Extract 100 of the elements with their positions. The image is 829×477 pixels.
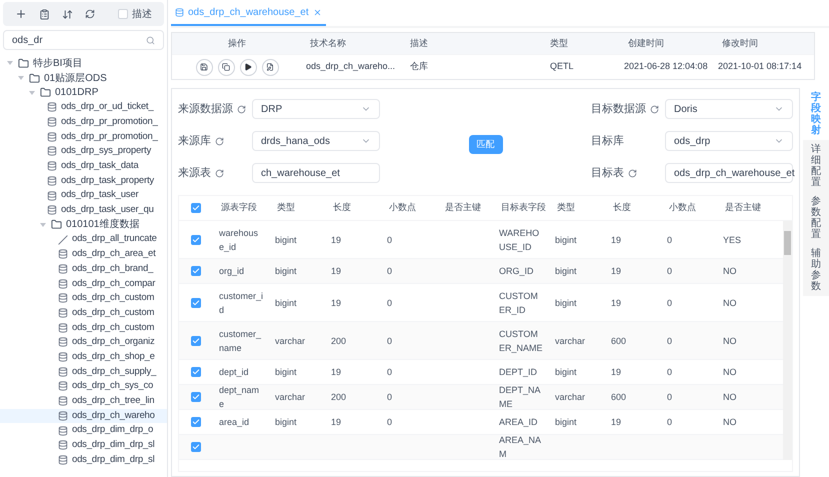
refresh-icon[interactable] (215, 168, 224, 178)
tree-item[interactable]: ods_drp_dim_drp_sl (0, 438, 167, 453)
table-icon (47, 205, 57, 216)
tree-label: 010101维度数据 (66, 218, 140, 232)
tree-item[interactable]: 010101维度数据 (0, 218, 167, 232)
checkbox[interactable] (191, 298, 201, 308)
tree-label: ods_drp_or_ud_ticket_ (61, 100, 154, 114)
save-button[interactable] (196, 58, 212, 76)
tree-item[interactable]: 特步BI项目 (0, 56, 167, 71)
table-cell: bigint (555, 417, 577, 427)
table-cell: NO (723, 266, 736, 276)
edit-button[interactable] (262, 58, 278, 76)
table-cell: 0 (387, 234, 392, 244)
tree-item[interactable]: ods_drp_task_user_qu (0, 202, 167, 218)
select-field[interactable]: DRP (252, 99, 380, 119)
column-header: 技术名称 (309, 36, 347, 50)
select-field[interactable]: drds_hana_ods (252, 131, 380, 151)
tree-item[interactable]: ods_drp_all_truncate (0, 232, 167, 247)
search-field[interactable]: ods_dr (3, 30, 164, 50)
copy-button[interactable] (218, 58, 234, 76)
checkbox[interactable] (191, 442, 201, 452)
side-tab[interactable]: 参数配置 (803, 192, 829, 244)
tree-item[interactable]: ods_drp_ch_brand_ (0, 262, 167, 276)
tree-item[interactable]: ods_drp_or_ud_ticket_ (0, 100, 167, 115)
checkbox[interactable] (191, 203, 201, 213)
tree-item[interactable]: ods_drp_pr_promotion_ (0, 114, 167, 130)
tree-item[interactable]: ods_drp_pr_promotion_ (0, 129, 167, 144)
table-cell: 19 (331, 417, 342, 427)
close-icon[interactable] (312, 8, 322, 16)
expand-arrow-icon[interactable] (17, 74, 25, 82)
checkbox[interactable] (191, 392, 201, 402)
field-label: 目标表 (591, 166, 624, 181)
checkbox[interactable] (191, 367, 201, 377)
checkbox[interactable] (191, 417, 201, 427)
tree-item[interactable]: ods_drp_ch_supply_ (0, 364, 167, 380)
checkbox[interactable] (191, 266, 201, 276)
column-header: 操作 (227, 36, 247, 50)
clipboard-icon[interactable] (39, 8, 50, 20)
input-field[interactable]: ch_warehouse_et (252, 163, 380, 183)
table-cell: 600 (611, 392, 626, 402)
tree-item[interactable]: 0101DRP (0, 85, 167, 100)
tree-item[interactable]: ods_drp_ch_shop_e (0, 350, 167, 364)
select-field[interactable]: ods_drp (665, 131, 793, 151)
table-cell: NO (723, 336, 736, 346)
sort-icon[interactable] (62, 8, 73, 20)
table-cell: 19 (611, 417, 622, 427)
table-cell: 19 (331, 298, 342, 308)
checkbox[interactable] (118, 9, 128, 19)
checkbox[interactable] (191, 234, 201, 244)
table-cell: 0 (667, 417, 672, 427)
tree-item[interactable]: ods_drp_ch_organiz (0, 335, 167, 350)
tree-item[interactable]: ods_drp_dim_drp_sl (0, 452, 167, 468)
tree-item[interactable]: ods_drp_task_property (0, 174, 167, 188)
refresh-icon[interactable] (85, 9, 95, 19)
tree-item[interactable]: ods_drp_ch_custom (0, 320, 167, 336)
tree-item[interactable]: 01贴源层ODS (0, 70, 167, 86)
tree-label: ods_drp_ch_area_et (72, 247, 156, 262)
table-cell: 0 (387, 392, 392, 402)
table-cell: NO (723, 367, 736, 377)
table-cell: 0 (667, 298, 672, 308)
table-cell: varchar (555, 392, 586, 402)
scrollbar[interactable] (783, 221, 792, 460)
expand-arrow-icon[interactable] (6, 59, 14, 68)
tree-label: ods_drp_dim_drp_sl (72, 452, 154, 467)
table-cell: bigint (275, 417, 297, 427)
expand-arrow-icon[interactable] (39, 220, 47, 229)
table-icon (58, 308, 68, 318)
select-field[interactable]: Doris (665, 99, 793, 119)
tree-item[interactable]: ods_drp_ch_compar (0, 276, 167, 291)
tree-item[interactable]: ods_drp_task_data (0, 158, 167, 174)
column-header: 创建时间 (627, 36, 665, 50)
add-icon[interactable] (15, 8, 27, 20)
refresh-icon[interactable] (215, 136, 224, 146)
folder-icon (51, 219, 62, 230)
tree-item[interactable]: ods_drp_ch_custom (0, 291, 167, 306)
table-cell: AREA_NAM (499, 435, 542, 459)
tree-item[interactable]: ods_drp_sys_property (0, 144, 167, 159)
tree-item[interactable]: ods_drp_ch_area_et (0, 246, 167, 262)
table-cell: 0 (387, 298, 392, 308)
tree-item[interactable]: ods_drp_task_user (0, 188, 167, 203)
refresh-icon[interactable] (650, 104, 659, 114)
refresh-icon[interactable] (237, 104, 246, 114)
input-field[interactable]: ods_drp_ch_warehouse_et (665, 163, 793, 183)
side-tab[interactable]: 详细配置 (803, 140, 829, 192)
tree-item[interactable]: ods_drp_dim_drp_o (0, 423, 167, 438)
tree-item[interactable]: ods_drp_ch_tree_lin (0, 394, 167, 408)
side-tab[interactable]: 辅助参数 (803, 244, 829, 296)
tree-item[interactable]: ods_drp_ch_sys_co (0, 379, 167, 394)
tree-item[interactable]: ods_drp_ch_wareho (0, 408, 167, 424)
table-icon (47, 132, 57, 142)
run-button[interactable] (240, 58, 256, 76)
expand-arrow-icon[interactable] (28, 88, 36, 97)
checkbox[interactable] (191, 336, 201, 346)
tree-label: 0101DRP (55, 86, 98, 100)
table-icon (58, 264, 68, 274)
table-icon (58, 352, 68, 362)
column-header: 描述 (409, 36, 429, 50)
refresh-icon[interactable] (628, 168, 637, 178)
table-icon (58, 322, 68, 333)
tree-item[interactable]: ods_drp_ch_custom (0, 306, 167, 320)
